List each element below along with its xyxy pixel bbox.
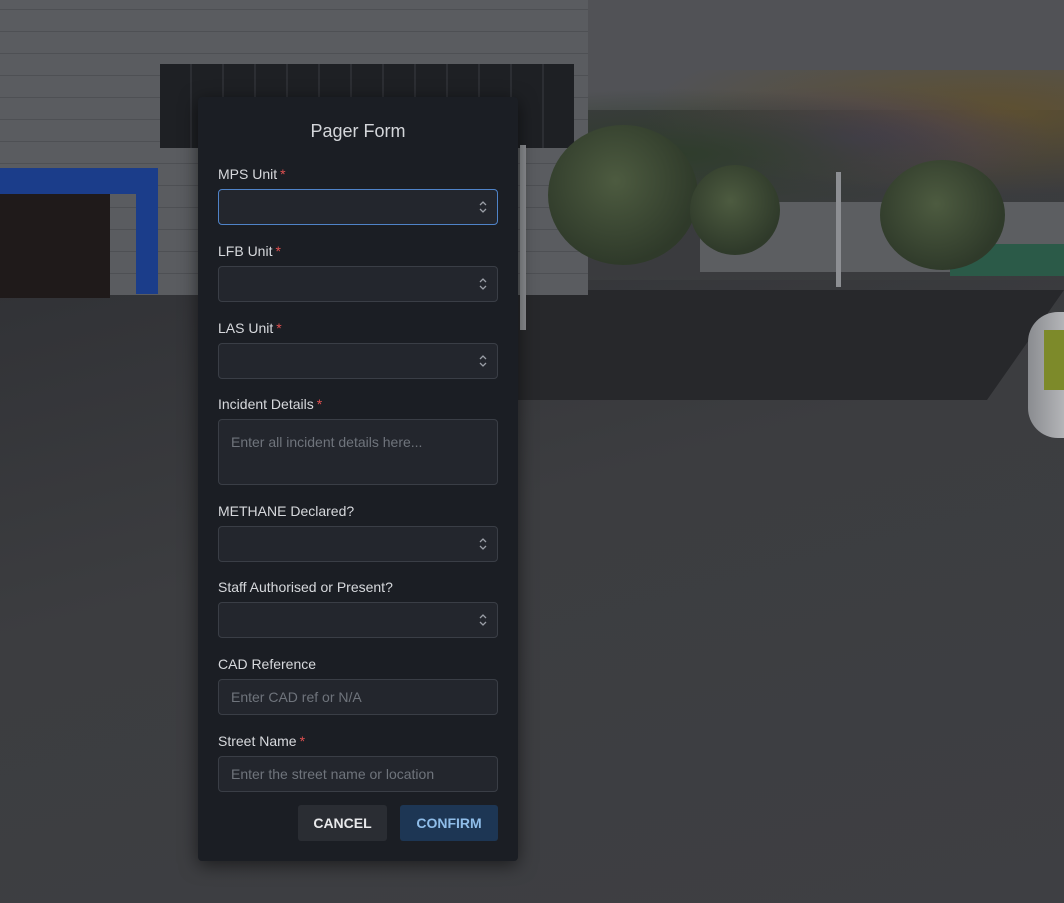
- game-background: [0, 0, 1064, 903]
- required-marker: *: [316, 396, 323, 412]
- tree: [880, 160, 1005, 270]
- cad-reference-field: CAD Reference Enter CAD ref or N/A: [218, 655, 498, 715]
- methane-declared-field: METHANE Declared?: [218, 502, 498, 562]
- form-actions: CANCEL CONFIRM: [218, 805, 498, 841]
- cad-reference-input[interactable]: Enter CAD ref or N/A: [218, 679, 498, 715]
- staff-authorised-label: Staff Authorised or Present?: [218, 579, 393, 595]
- cancel-button[interactable]: CANCEL: [298, 805, 387, 841]
- required-marker: *: [299, 733, 306, 749]
- tree: [690, 165, 780, 255]
- tree: [548, 125, 698, 265]
- methane-declared-select[interactable]: [218, 526, 498, 562]
- pager-form-modal: Pager Form MPS Unit * LFB Unit * LAS Unit *: [198, 97, 518, 861]
- chevron-up-down-icon: [479, 199, 487, 215]
- required-marker: *: [280, 166, 286, 182]
- lfb-unit-label: LFB Unit *: [218, 243, 281, 259]
- blue-post: [136, 168, 158, 294]
- incident-details-textarea[interactable]: Enter all incident details here...: [218, 419, 498, 485]
- street-name-input[interactable]: Enter the street name or location: [218, 756, 498, 792]
- mps-unit-field: MPS Unit *: [218, 165, 498, 225]
- cad-reference-placeholder: Enter CAD ref or N/A: [231, 689, 362, 705]
- chevron-up-down-icon: [479, 276, 487, 292]
- lfb-unit-field: LFB Unit *: [218, 242, 498, 302]
- confirm-button[interactable]: CONFIRM: [400, 805, 498, 841]
- incident-details-placeholder: Enter all incident details here...: [231, 434, 423, 450]
- modal-title: Pager Form: [310, 121, 406, 141]
- doorway: [0, 194, 110, 298]
- incident-details-label: Incident Details *: [218, 396, 323, 412]
- street-name-field: Street Name * Enter the street name or lo…: [218, 732, 498, 792]
- curb-island: [442, 290, 1064, 400]
- lamp-post: [836, 172, 841, 287]
- required-marker: *: [275, 243, 281, 259]
- required-marker: *: [276, 320, 282, 336]
- incident-details-field: Incident Details * Enter all incident det…: [218, 395, 498, 485]
- mps-unit-label: MPS Unit *: [218, 166, 286, 182]
- blue-canopy: [0, 168, 158, 194]
- cad-reference-label: CAD Reference: [218, 656, 317, 672]
- street-name-placeholder: Enter the street name or location: [231, 766, 435, 782]
- lfb-unit-select[interactable]: [218, 266, 498, 302]
- las-unit-label: LAS Unit *: [218, 320, 282, 336]
- staff-authorised-field: Staff Authorised or Present?: [218, 578, 498, 638]
- chevron-up-down-icon: [479, 612, 487, 628]
- las-unit-select[interactable]: [218, 343, 498, 379]
- staff-authorised-select[interactable]: [218, 602, 498, 638]
- chevron-up-down-icon: [479, 536, 487, 552]
- methane-declared-label: METHANE Declared?: [218, 503, 355, 519]
- las-unit-field: LAS Unit *: [218, 319, 498, 379]
- vehicle-livery: [1044, 330, 1064, 390]
- street-name-label: Street Name *: [218, 733, 306, 749]
- mps-unit-select[interactable]: [218, 189, 498, 225]
- lamp-post: [520, 145, 526, 330]
- chevron-up-down-icon: [479, 353, 487, 369]
